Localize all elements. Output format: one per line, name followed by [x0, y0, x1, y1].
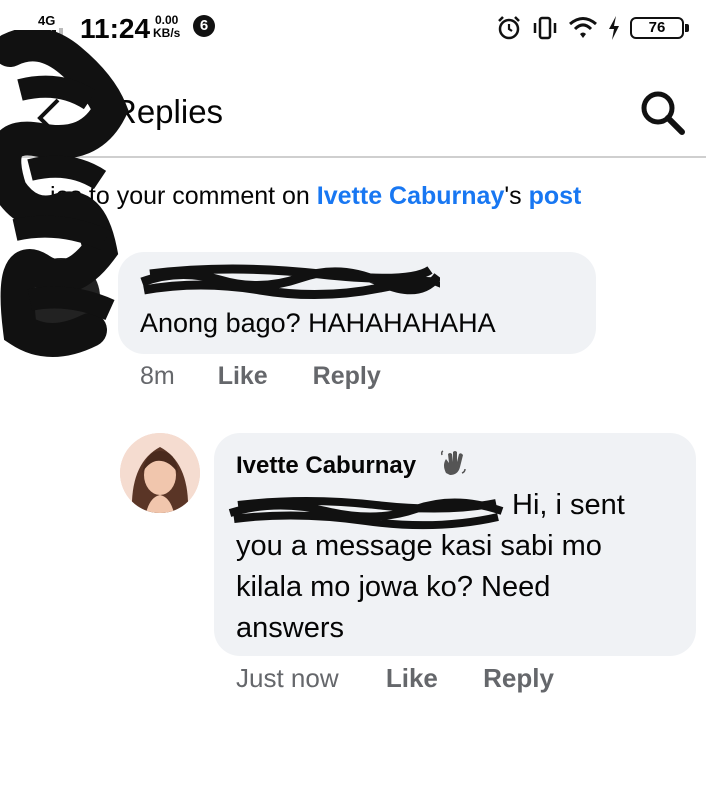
comment-bubble: Anong bago? HAHAHAHAHA — [118, 252, 596, 354]
status-icons: 76 — [496, 14, 689, 42]
search-icon[interactable] — [636, 86, 688, 138]
context-prefix: ies to your comment on — [50, 182, 317, 210]
post-link[interactable]: post — [529, 182, 582, 210]
comment-text: Anong bago? HAHAHAHAHA — [140, 308, 496, 338]
like-button[interactable]: Like — [386, 662, 438, 694]
comment-actions: 8m Like Reply — [140, 360, 381, 392]
comment-bubble: Ivette Caburnay Hi, i sent you a message… — [214, 433, 696, 656]
comment-text: Hi, i sent you a message kasi sabi mo ki… — [236, 489, 625, 644]
page-title: Replies — [113, 93, 224, 130]
wifi-icon — [569, 17, 597, 38]
post-author-link[interactable]: Ivette Caburnay — [317, 182, 505, 210]
speed-unit: KB/s — [153, 26, 181, 40]
comment-time: 8m — [140, 362, 175, 390]
redacted-name — [140, 264, 440, 300]
reply-button[interactable]: Reply — [483, 662, 554, 694]
profile-photo — [120, 433, 200, 513]
avatar[interactable] — [22, 258, 100, 336]
comment-author[interactable]: Ivette Caburnay — [236, 451, 416, 481]
notification-badge: 6 — [193, 15, 215, 37]
network-speed: 0.00 KB/s — [153, 14, 180, 40]
charging-icon — [609, 16, 619, 40]
clock: 11:24 — [80, 13, 151, 44]
reply-context: ies to your comment on Ivette Caburnay's… — [50, 180, 581, 212]
vibrate-icon — [533, 16, 557, 40]
comment-actions: Just now Like Reply — [236, 662, 554, 694]
app-header: Replies — [0, 70, 706, 158]
like-button[interactable]: Like — [218, 360, 268, 392]
back-arrow-icon[interactable] — [20, 88, 80, 148]
avatar[interactable] — [120, 433, 200, 513]
battery-indicator: 76 — [630, 17, 689, 39]
signal-icon — [38, 28, 63, 40]
wave-icon — [440, 450, 466, 475]
alarm-icon — [498, 16, 520, 40]
comment-time: Just now — [236, 663, 339, 693]
network-type: 4G — [38, 13, 56, 28]
context-suffix: 's — [504, 182, 529, 210]
reply-button[interactable]: Reply — [313, 360, 381, 392]
status-bar: 4G 11:24 0.00 KB/s 6 76 — [0, 0, 706, 56]
